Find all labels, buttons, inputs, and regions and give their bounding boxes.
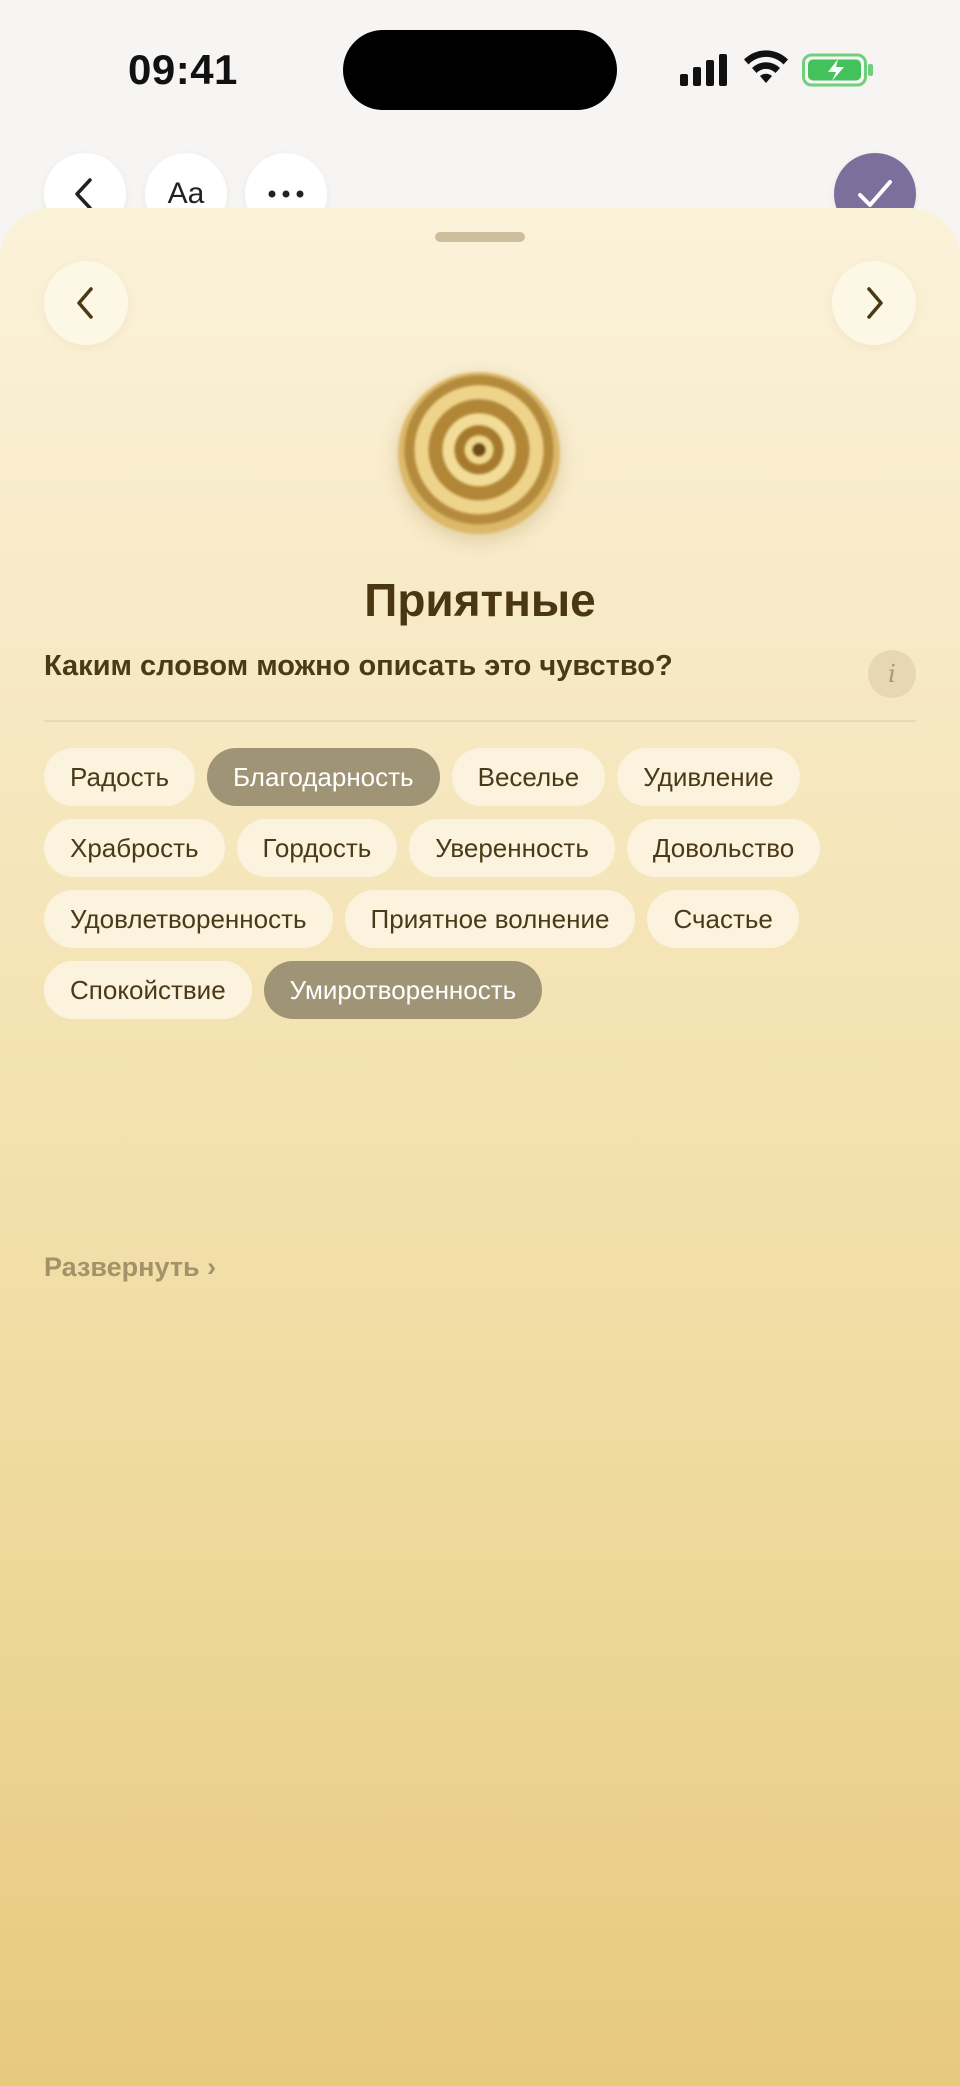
emotion-chip[interactable]: Веселье bbox=[451, 748, 606, 806]
info-icon: i bbox=[888, 660, 896, 688]
emotion-chip[interactable]: Удовлетворенность bbox=[44, 890, 333, 948]
emotion-chip[interactable]: Умиротворенность bbox=[263, 961, 543, 1019]
chevron-left-icon bbox=[77, 287, 93, 319]
emotion-chip[interactable]: Приятное волнение bbox=[344, 890, 636, 948]
emotion-chip[interactable]: Спокойствие bbox=[44, 961, 252, 1019]
ellipsis-icon bbox=[268, 190, 304, 198]
emotion-chip[interactable]: Удивление bbox=[617, 748, 800, 806]
chevron-left-icon bbox=[75, 178, 92, 210]
emotion-chip-list: Радость Благодарность Веселье Удивление Храб… bbox=[44, 748, 924, 1019]
emotion-chip[interactable]: Счастье bbox=[647, 890, 799, 948]
emotion-chip[interactable]: Храбрость bbox=[44, 819, 225, 877]
emotion-chip[interactable]: Уверенность bbox=[409, 819, 615, 877]
status-bar: 09:41 bbox=[0, 0, 960, 140]
dynamic-island bbox=[343, 30, 617, 110]
font-button-label: Aa bbox=[167, 177, 205, 210]
sheet-grabber[interactable] bbox=[435, 232, 525, 242]
checkmark-icon bbox=[858, 180, 892, 207]
mood-category-title: Приятные bbox=[364, 574, 596, 626]
emotion-question: Каким словом можно описать это чувство? bbox=[44, 650, 673, 682]
chevron-right-icon bbox=[867, 287, 883, 319]
mood-orb-icon bbox=[398, 372, 560, 534]
battery-charging-icon bbox=[802, 53, 873, 87]
emotion-chip[interactable]: Благодарность bbox=[207, 748, 440, 806]
expand-link[interactable]: Развернуть › bbox=[44, 1252, 216, 1283]
previous-button[interactable] bbox=[44, 261, 128, 345]
info-button[interactable]: i bbox=[868, 650, 916, 698]
status-time: 09:41 bbox=[128, 46, 238, 93]
emotion-chip[interactable]: Гордость bbox=[236, 819, 398, 877]
cellular-signal-icon bbox=[680, 54, 727, 86]
wifi-icon bbox=[744, 50, 788, 83]
emotion-chip[interactable]: Довольство bbox=[626, 819, 821, 877]
next-button[interactable] bbox=[832, 261, 916, 345]
emotion-chip[interactable]: Радость bbox=[44, 748, 196, 806]
divider bbox=[44, 720, 916, 722]
emotion-sheet: Приятные Каким словом можно описать это … bbox=[0, 208, 960, 2086]
